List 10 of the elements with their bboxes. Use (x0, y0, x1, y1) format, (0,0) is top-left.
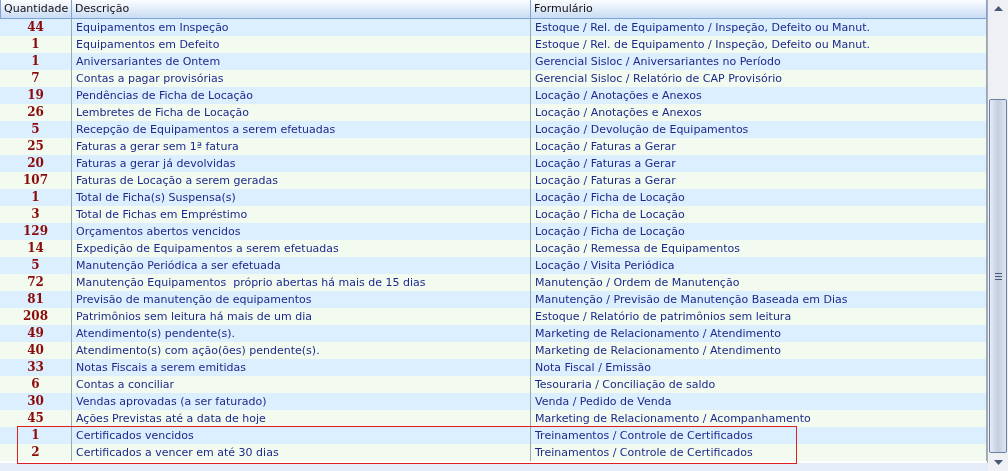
column-header[interactable]: Quantidade (0, 0, 72, 19)
column-header[interactable]: Descrição (72, 0, 531, 19)
column-header[interactable]: Formulário (531, 0, 987, 19)
description-cell: Certificados a vencer em até 30 dias (72, 444, 531, 461)
form-cell: Treinamentos / Controle de Certificados (531, 444, 987, 461)
scroll-down-icon[interactable] (993, 460, 1003, 465)
quantity-cell: 2 (0, 444, 72, 461)
grip-icon (994, 272, 1002, 280)
scrollbar-thumb[interactable] (989, 99, 1007, 453)
scroll-up-icon[interactable] (993, 6, 1003, 11)
